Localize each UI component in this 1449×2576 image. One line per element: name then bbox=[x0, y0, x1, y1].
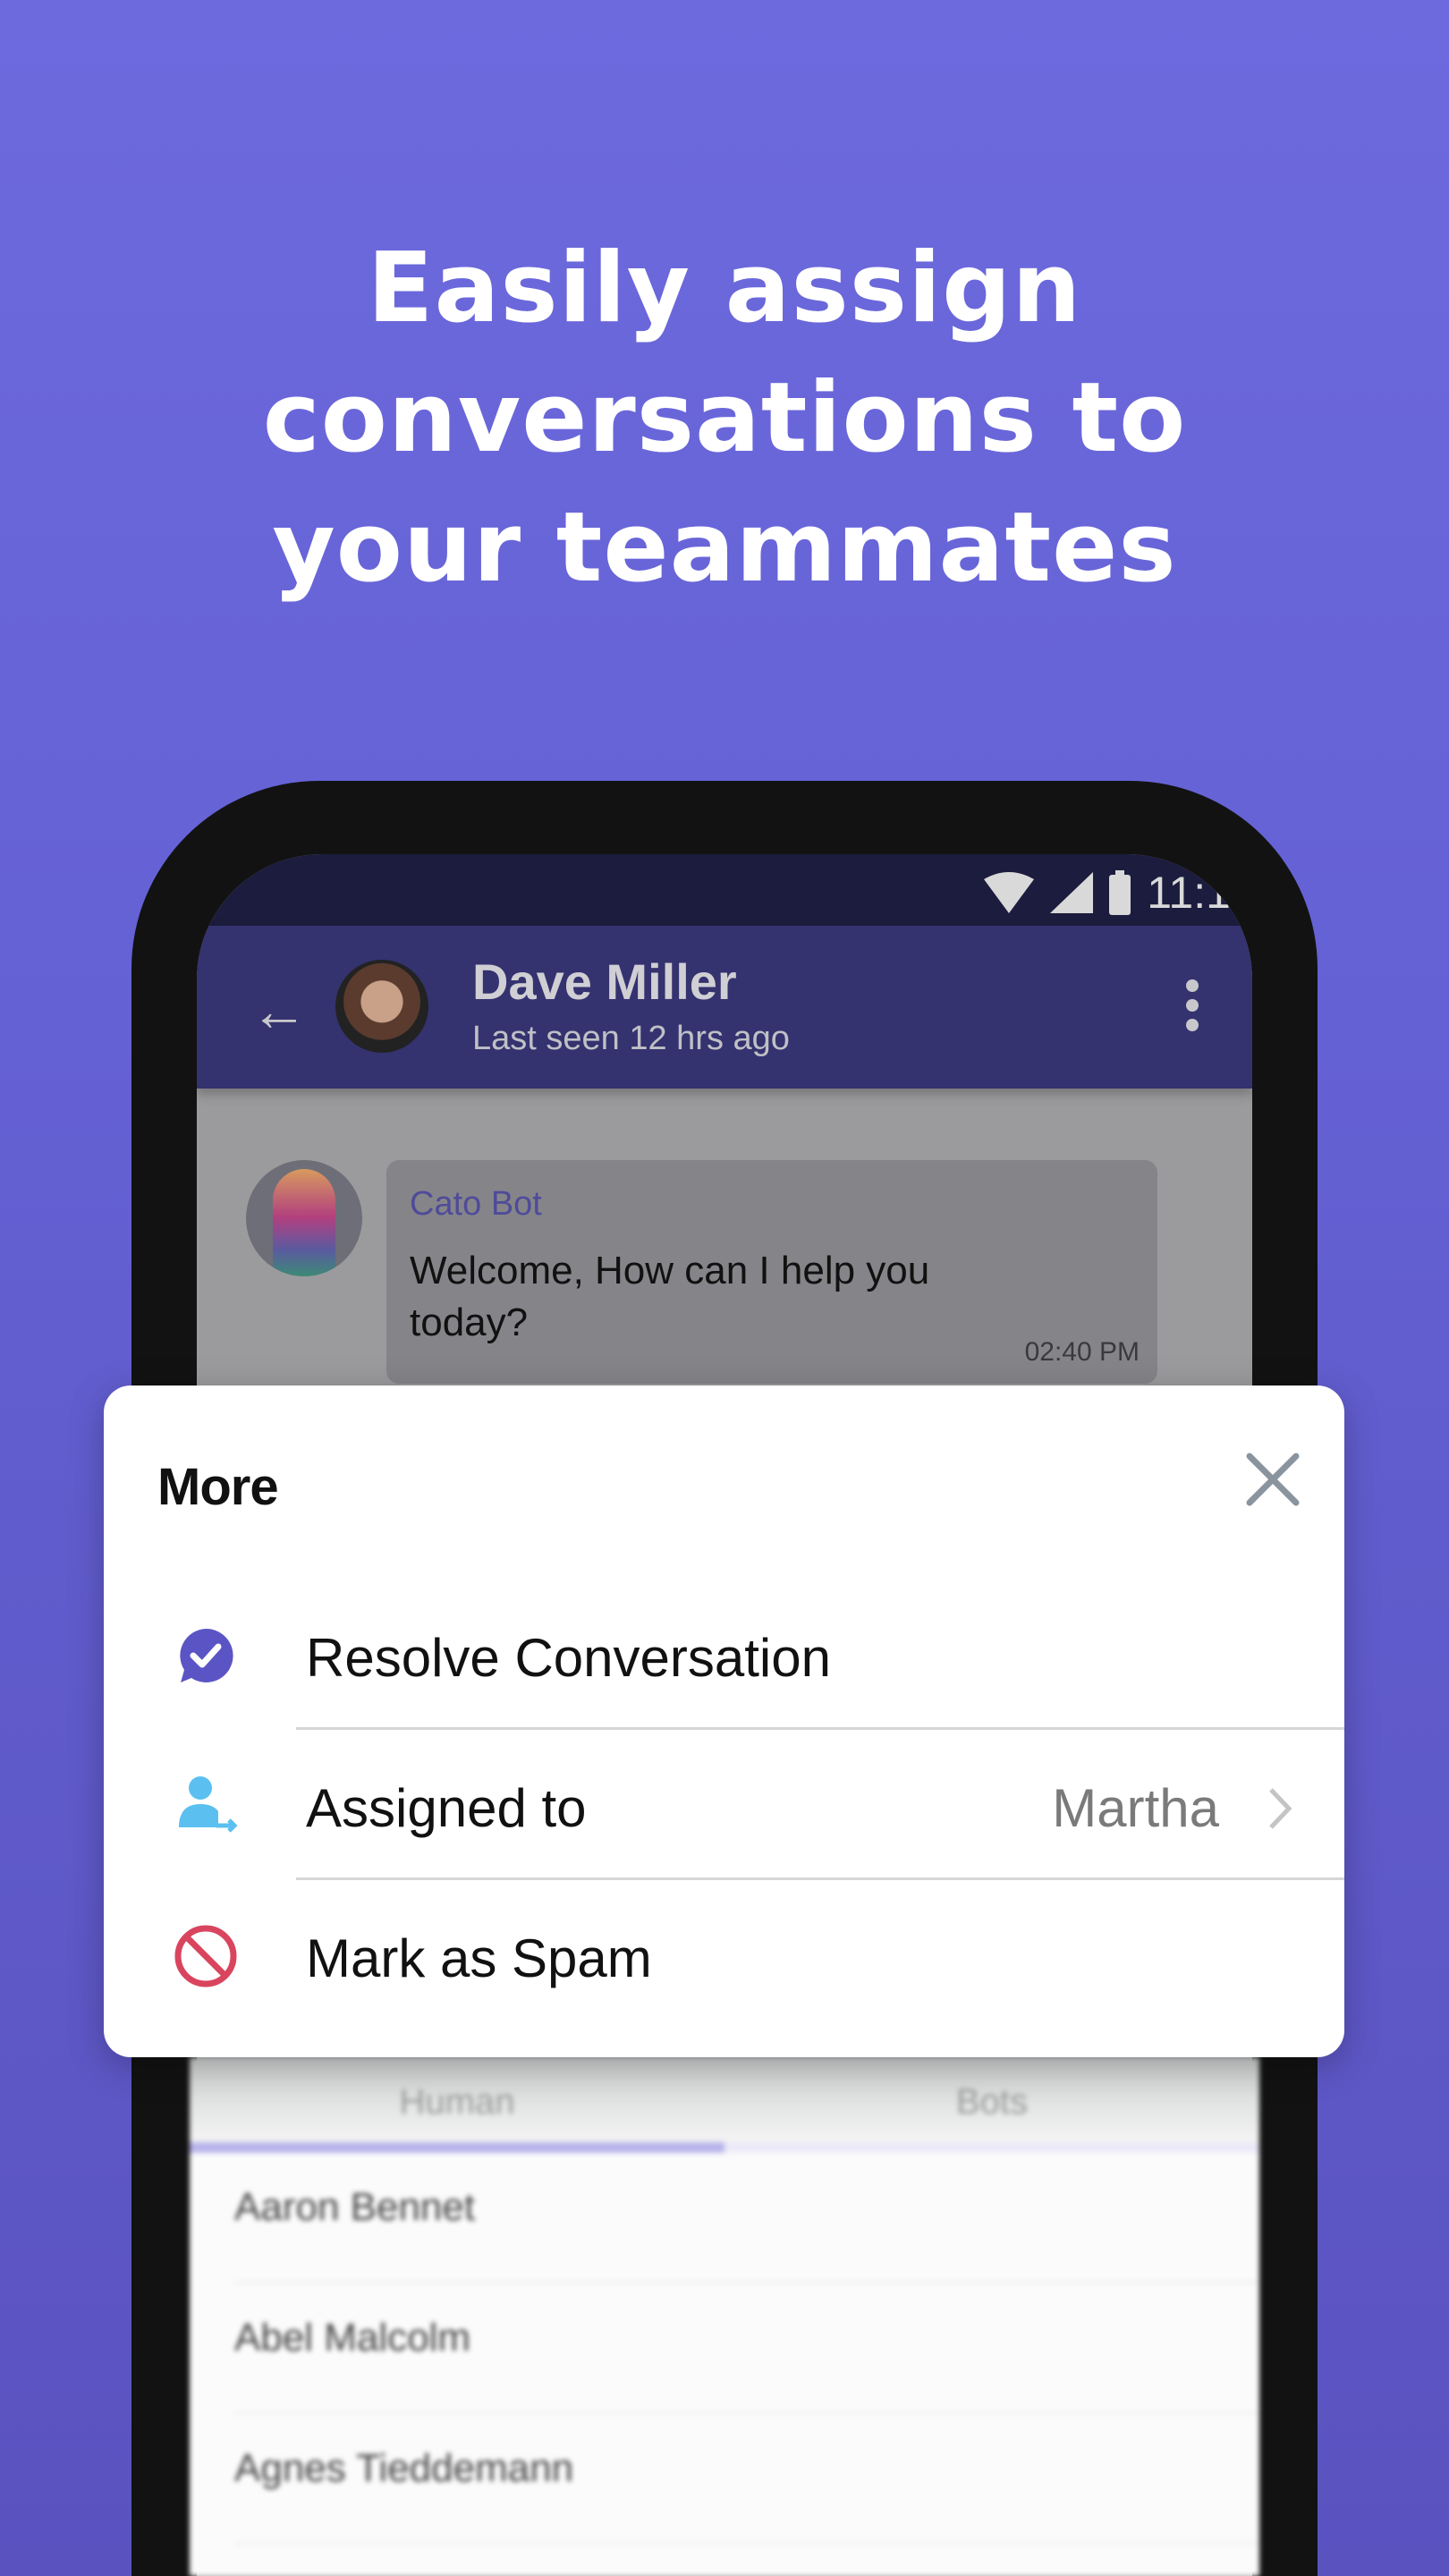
tab-human[interactable]: Human bbox=[190, 2057, 724, 2142]
chevron-right-icon bbox=[1269, 1788, 1292, 1829]
assigned-to-item[interactable]: Assigned to Martha bbox=[104, 1731, 1344, 1881]
status-bar: 11:11 bbox=[197, 854, 1252, 926]
status-time: 11:11 bbox=[1147, 868, 1252, 918]
mark-as-spam-item[interactable]: Mark as Spam bbox=[104, 1881, 1344, 2031]
block-icon bbox=[174, 1925, 237, 1987]
resolve-conversation-label: Resolve Conversation bbox=[306, 1628, 831, 1688]
headline-line-2: conversations to bbox=[262, 362, 1187, 474]
more-bottom-sheet: More Resolve Conversation Assigned to Ma… bbox=[104, 1385, 1344, 2057]
message-time: 02:40 PM bbox=[1024, 1337, 1140, 1367]
agent-list-item[interactable]: Abel Malcolm bbox=[234, 2284, 1259, 2414]
wifi-icon bbox=[984, 872, 1035, 913]
back-arrow-icon[interactable]: ← bbox=[250, 978, 308, 1044]
bot-avatar bbox=[246, 1160, 362, 1276]
agent-list-item[interactable]: Agnes Tieddemann bbox=[234, 2414, 1259, 2545]
divider bbox=[296, 1727, 1344, 1730]
headline-line-1: Easily assign bbox=[367, 233, 1082, 344]
mark-as-spam-label: Mark as Spam bbox=[306, 1928, 652, 1988]
more-options-icon[interactable] bbox=[1186, 979, 1199, 1038]
signal-icon bbox=[1050, 872, 1094, 913]
assign-user-icon bbox=[179, 1776, 238, 1833]
last-seen: Last seen 12 hrs ago bbox=[472, 1020, 790, 1057]
agent-list-item[interactable]: Aaron Bennet bbox=[234, 2153, 1259, 2284]
assignee-value: Martha bbox=[1052, 1778, 1219, 1838]
battery-icon bbox=[1109, 870, 1131, 915]
headline: Easily assign conversations to your team… bbox=[0, 224, 1449, 613]
message-bubble: Cato Bot Welcome, How can I help you tod… bbox=[386, 1160, 1157, 1384]
headline-line-3: your teammates bbox=[272, 492, 1177, 604]
tab-bots[interactable]: Bots bbox=[724, 2057, 1259, 2142]
close-icon[interactable] bbox=[1237, 1444, 1309, 1515]
contact-avatar[interactable] bbox=[335, 960, 428, 1053]
resolve-conversation-item[interactable]: Resolve Conversation bbox=[104, 1580, 1344, 1731]
divider bbox=[296, 1877, 1344, 1880]
message-sender: Cato Bot bbox=[410, 1185, 542, 1223]
assigned-to-label: Assigned to bbox=[306, 1778, 587, 1838]
message-text: Welcome, How can I help you today? bbox=[410, 1249, 930, 1344]
sheet-title: More bbox=[157, 1458, 279, 1516]
phone-notch bbox=[590, 781, 859, 822]
chat-app-bar: ← Dave Miller Last seen 12 hrs ago bbox=[197, 926, 1252, 1089]
agent-list: Human Bots Aaron Bennet Abel Malcolm Agn… bbox=[190, 2057, 1259, 2576]
contact-name: Dave Miller bbox=[472, 953, 737, 1010]
tab-indicator bbox=[190, 2142, 1259, 2153]
resolve-check-icon bbox=[180, 1628, 233, 1682]
